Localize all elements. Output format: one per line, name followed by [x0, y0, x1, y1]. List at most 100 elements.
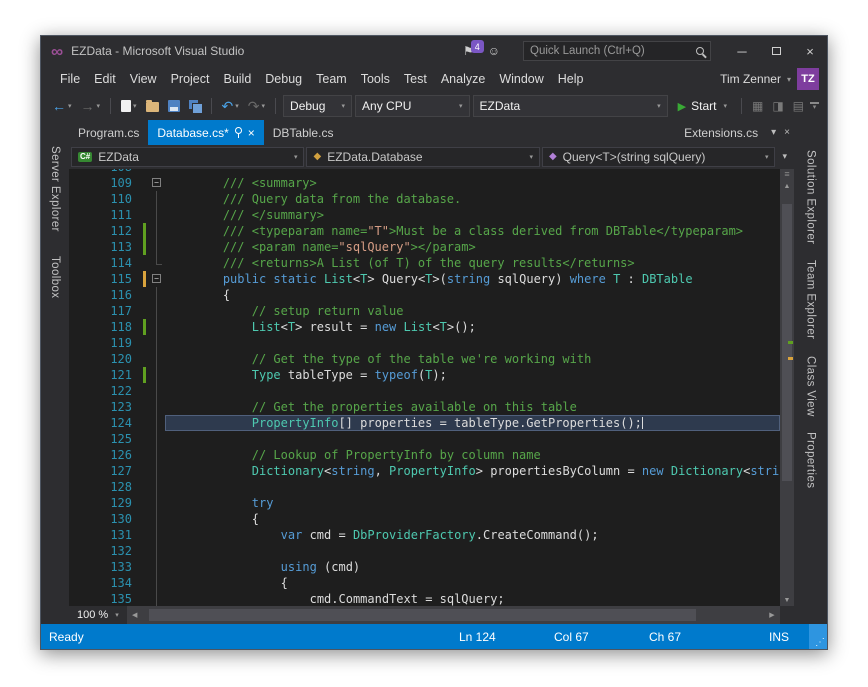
code-text[interactable]: /// <typeparam name="T">Must be a class … [165, 223, 780, 239]
code-text[interactable] [165, 543, 780, 559]
line-number[interactable]: 135 [69, 591, 141, 606]
horizontal-scroll-track[interactable] [143, 606, 764, 624]
close-tab-icon[interactable]: × [248, 127, 255, 139]
code-line-113[interactable]: 113 /// <param name="sqlQuery"></param> [69, 239, 780, 255]
line-number[interactable]: 125 [69, 431, 141, 447]
line-number[interactable]: 109 [69, 175, 141, 191]
line-number[interactable]: 131 [69, 527, 141, 543]
line-number[interactable]: 120 [69, 351, 141, 367]
navigate-back-button[interactable]: ←▾ [49, 97, 75, 115]
toolbar-misc-button-3[interactable]: ▤ [790, 98, 807, 114]
resize-grip[interactable]: ⋰ [809, 624, 827, 649]
tool-tab-solution-explorer[interactable]: Solution Explorer [805, 150, 817, 244]
project-dropdown[interactable]: C# EZData ▾ [71, 147, 304, 167]
code-line-120[interactable]: 120// Get the type of the table we're wo… [69, 351, 780, 367]
vertical-scroll-track[interactable] [780, 192, 794, 594]
new-file-button[interactable]: ▾ [118, 98, 140, 114]
horizontal-scroll-thumb[interactable] [149, 609, 696, 621]
back-caret-icon[interactable]: ▾ [68, 102, 72, 110]
code-text[interactable]: cmd.CommandText = sqlQuery; [165, 591, 780, 606]
vertical-scrollbar[interactable]: ≡ ▲ ▼ [780, 169, 794, 606]
line-number[interactable]: 112 [69, 223, 141, 239]
menu-view[interactable]: View [123, 69, 164, 89]
account-avatar[interactable]: TZ [797, 68, 819, 90]
code-text[interactable]: /// <summary> [165, 175, 780, 191]
start-caret-icon[interactable]: ▾ [723, 102, 727, 110]
line-number[interactable]: 116 [69, 287, 141, 303]
code-text[interactable]: /// </summary> [165, 207, 780, 223]
close-document-icon[interactable]: × [780, 120, 794, 145]
redo-button[interactable]: ↷▾ [245, 97, 268, 115]
menu-test[interactable]: Test [397, 69, 434, 89]
code-line-128[interactable]: 128 [69, 479, 780, 495]
menu-team[interactable]: Team [309, 69, 354, 89]
line-number[interactable]: 115 [69, 271, 141, 287]
code-text[interactable] [165, 479, 780, 495]
code-line-117[interactable]: 117// setup return value [69, 303, 780, 319]
line-number[interactable]: 121 [69, 367, 141, 383]
code-line-134[interactable]: 134{ [69, 575, 780, 591]
navigate-forward-button[interactable]: →▾ [78, 97, 104, 115]
toolbar-overflow-button[interactable]: ▾ [810, 102, 819, 110]
account-name[interactable]: Tim Zenner [720, 72, 781, 86]
line-number[interactable]: 126 [69, 447, 141, 463]
type-dropdown[interactable]: ◆ EZData.Database ▾ [306, 147, 539, 167]
line-number[interactable]: 114 [69, 255, 141, 271]
code-line-133[interactable]: 133using (cmd) [69, 559, 780, 575]
menu-window[interactable]: Window [492, 69, 550, 89]
code-text[interactable]: PropertyInfo[] properties = tableType.Ge… [165, 415, 780, 431]
code-text[interactable]: { [165, 511, 780, 527]
code-line-110[interactable]: 110/// Query data from the database. [69, 191, 780, 207]
pin-tab-icon[interactable] [235, 127, 242, 134]
code-text[interactable]: Type tableType = typeof(T); [165, 367, 780, 383]
code-line-111[interactable]: 111 /// </summary> [69, 207, 780, 223]
scroll-down-icon[interactable]: ▼ [780, 594, 794, 606]
line-number[interactable]: 134 [69, 575, 141, 591]
code-text[interactable] [165, 431, 780, 447]
tab-database-cs[interactable]: Database.cs* × [148, 120, 263, 145]
line-number[interactable]: 127 [69, 463, 141, 479]
line-number[interactable]: 130 [69, 511, 141, 527]
navbar-overflow-icon[interactable]: ▾ [777, 151, 792, 162]
code-line-115[interactable]: 115−public static List<T> Query<T>(strin… [69, 271, 780, 287]
line-number[interactable]: 110 [69, 191, 141, 207]
tab-program-cs[interactable]: Program.cs [69, 120, 148, 145]
fold-collapse-icon[interactable]: − [149, 175, 165, 191]
solution-platform-dropdown[interactable]: Any CPU▾ [355, 95, 470, 117]
tab-extensions-cs[interactable]: Extensions.cs [675, 120, 767, 145]
scroll-up-icon[interactable]: ▲ [780, 180, 794, 192]
code-text[interactable]: // Lookup of PropertyInfo by column name [165, 447, 780, 463]
code-text[interactable]: var cmd = DbProviderFactory.CreateComman… [165, 527, 780, 543]
line-number[interactable]: 111 [69, 207, 141, 223]
scroll-left-icon[interactable]: ◀ [127, 606, 143, 624]
code-line-112[interactable]: 112 /// <typeparam name="T">Must be a cla… [69, 223, 780, 239]
tool-tab-properties[interactable]: Properties [805, 432, 817, 488]
redo-caret-icon[interactable]: ▾ [262, 102, 266, 110]
code-line-132[interactable]: 132 [69, 543, 780, 559]
menu-debug[interactable]: Debug [258, 69, 309, 89]
line-number[interactable]: 122 [69, 383, 141, 399]
code-line-135[interactable]: 135 cmd.CommandText = sqlQuery; [69, 591, 780, 606]
menu-file[interactable]: File [53, 69, 87, 89]
code-line-130[interactable]: 130 { [69, 511, 780, 527]
open-file-button[interactable] [143, 98, 162, 114]
maximize-button[interactable] [759, 36, 793, 66]
code-line-119[interactable]: 119 [69, 335, 780, 351]
zoom-dropdown[interactable]: 100 % ▾ [69, 606, 127, 624]
code-text[interactable] [165, 383, 780, 399]
line-number[interactable]: 123 [69, 399, 141, 415]
code-line-116[interactable]: 116{ [69, 287, 780, 303]
code-text[interactable] [165, 335, 780, 351]
code-text[interactable]: /// <param name="sqlQuery"></param> [165, 239, 780, 255]
line-number[interactable]: 113 [69, 239, 141, 255]
code-line-121[interactable]: 121 Type tableType = typeof(T); [69, 367, 780, 383]
code-line-129[interactable]: 129try [69, 495, 780, 511]
line-number[interactable]: 117 [69, 303, 141, 319]
menu-build[interactable]: Build [216, 69, 258, 89]
code-area[interactable]: 108109−/// <summary>110/// Query data fr… [69, 169, 780, 606]
line-number[interactable]: 128 [69, 479, 141, 495]
menu-tools[interactable]: Tools [354, 69, 397, 89]
code-line-127[interactable]: 127Dictionary<string, PropertyInfo> prop… [69, 463, 780, 479]
code-line-123[interactable]: 123// Get the properties available on th… [69, 399, 780, 415]
code-line-126[interactable]: 126 // Lookup of PropertyInfo by column n… [69, 447, 780, 463]
